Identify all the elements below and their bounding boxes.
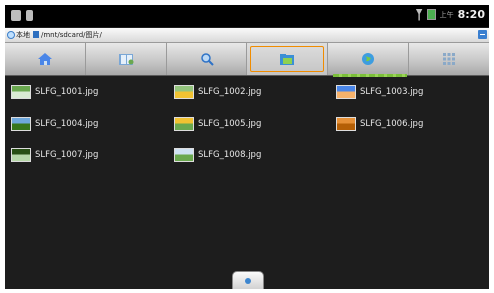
image-thumbnail-icon bbox=[336, 117, 356, 131]
current-path[interactable]: /mnt/sdcard/图片/ bbox=[41, 30, 102, 40]
file-name: SLFG_1003.jpg bbox=[360, 87, 424, 97]
folder-icon bbox=[280, 54, 295, 65]
notification-icon bbox=[11, 10, 21, 21]
system-tray: 上午 8:20 bbox=[415, 8, 485, 21]
file-name: SLFG_1004.jpg bbox=[35, 119, 99, 129]
notification-icons bbox=[11, 10, 33, 21]
file-item[interactable]: SLFG_1002.jpg bbox=[174, 83, 261, 101]
loading-indicator bbox=[333, 74, 407, 77]
grid-icon bbox=[443, 53, 456, 65]
clock-ampm: 上午 bbox=[439, 10, 454, 19]
file-name: SLFG_1005.jpg bbox=[198, 119, 262, 129]
file-item[interactable]: SLFG_1008.jpg bbox=[174, 146, 261, 164]
file-item[interactable]: SLFG_1006.jpg bbox=[336, 115, 423, 133]
image-thumbnail-icon bbox=[174, 148, 194, 162]
apps-button[interactable] bbox=[409, 43, 489, 75]
image-thumbnail-icon bbox=[174, 85, 194, 99]
image-thumbnail-icon bbox=[174, 117, 194, 131]
signal-icon bbox=[415, 8, 423, 21]
usb-icon bbox=[26, 10, 33, 21]
file-item[interactable]: SLFG_1004.jpg bbox=[11, 115, 98, 133]
file-name: SLFG_1007.jpg bbox=[35, 150, 99, 160]
file-item[interactable]: SLFG_1007.jpg bbox=[11, 146, 98, 164]
search-icon bbox=[200, 53, 214, 66]
image-thumbnail-icon bbox=[11, 148, 31, 162]
file-item[interactable]: SLFG_1005.jpg bbox=[174, 115, 261, 133]
toolbar bbox=[5, 43, 489, 76]
file-name: SLFG_1008.jpg bbox=[198, 150, 262, 160]
file-name: SLFG_1001.jpg bbox=[35, 87, 99, 97]
home-button[interactable] bbox=[5, 43, 86, 75]
status-bar: 上午 8:20 bbox=[5, 5, 489, 27]
image-thumbnail-icon bbox=[11, 117, 31, 131]
file-item[interactable]: SLFG_1001.jpg bbox=[11, 83, 98, 101]
app-screen: 上午 8:20 本地 /mnt/sdcard/图片/ SLFG_1001.jpg… bbox=[5, 5, 489, 289]
drawer-handle[interactable] bbox=[232, 271, 264, 289]
folder-button[interactable] bbox=[247, 43, 329, 75]
search-button[interactable] bbox=[167, 43, 248, 75]
file-name: SLFG_1006.jpg bbox=[360, 119, 424, 129]
handle-icon bbox=[245, 278, 251, 284]
image-thumbnail-icon bbox=[336, 85, 356, 99]
battery-icon bbox=[426, 9, 436, 20]
globe-icon bbox=[362, 53, 375, 65]
bookmarks-button[interactable] bbox=[86, 43, 167, 75]
network-button[interactable] bbox=[328, 43, 410, 75]
home-icon bbox=[37, 53, 52, 65]
file-name: SLFG_1002.jpg bbox=[198, 87, 262, 97]
file-item[interactable]: SLFG_1003.jpg bbox=[336, 83, 423, 101]
folder-icon bbox=[33, 31, 39, 38]
clock-time: 8:20 bbox=[457, 8, 485, 21]
bookmark-book-icon bbox=[118, 54, 134, 65]
collapse-icon[interactable] bbox=[478, 30, 487, 39]
path-bar: 本地 /mnt/sdcard/图片/ bbox=[5, 28, 489, 43]
image-thumbnail-icon bbox=[11, 85, 31, 99]
local-storage-label[interactable]: 本地 bbox=[16, 30, 30, 40]
local-storage-icon[interactable] bbox=[7, 31, 15, 39]
